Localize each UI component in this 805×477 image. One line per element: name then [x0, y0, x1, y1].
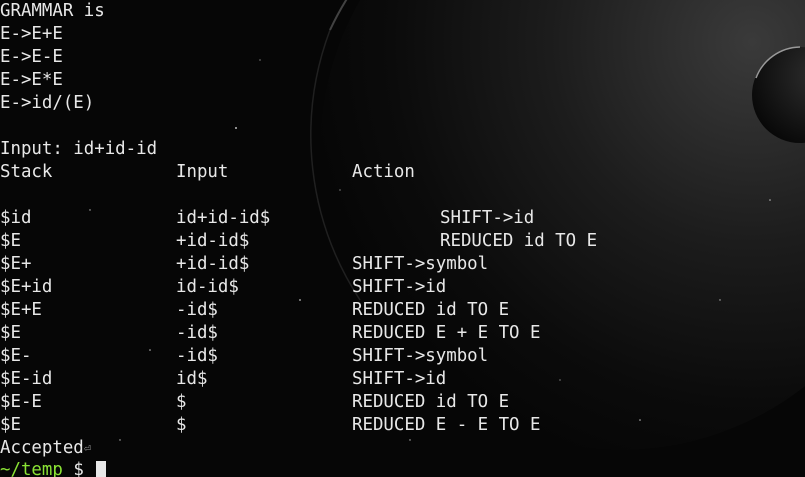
grammar-header: GRAMMAR is [0, 1, 105, 21]
table-row: $id id+id-id$ SHIFT->id [0, 207, 805, 230]
table-row: $E-E $ REDUCED id TO E [0, 391, 805, 414]
row-stack: $E- [0, 346, 32, 366]
terminal-window[interactable]: GRAMMAR is E->E+E E->E-E E->E*E E->id/(E… [0, 0, 805, 477]
row-stack: $E [0, 323, 21, 343]
row-stack: $E+id [0, 277, 53, 297]
row-input: id$ [176, 369, 208, 389]
row-stack: $E+E [0, 300, 42, 320]
row-input: -id$ [176, 323, 218, 343]
grammar-rule: E->E+E [0, 24, 63, 44]
row-input: id+id-id$ [176, 208, 271, 228]
grammar-rule: E->E-E [0, 47, 63, 67]
table-row: $E +id-id$ REDUCED id TO E [0, 230, 805, 253]
newline-icon: ⏎ [83, 441, 91, 455]
row-input: +id-id$ [176, 231, 250, 251]
header-stack: Stack [0, 162, 53, 182]
row-stack: $id [0, 208, 32, 228]
row-input: id-id$ [176, 277, 239, 297]
shell-prompt[interactable]: ~/temp $ [0, 459, 805, 477]
text-cursor[interactable] [96, 461, 107, 477]
header-input: Input [176, 162, 229, 182]
row-action: SHIFT->id [440, 208, 535, 228]
row-stack: $E-id [0, 369, 53, 389]
input-string-line: Input: id+id-id [0, 139, 158, 159]
row-action: REDUCED E + E TO E [352, 323, 541, 343]
grammar-rule: E->id/(E) [0, 93, 95, 113]
table-row: $E+id id-id$ SHIFT->id [0, 276, 805, 299]
result-line: Accepted⏎ [0, 437, 805, 460]
table-row: $E $ REDUCED E - E TO E [0, 414, 805, 437]
row-action: SHIFT->id [352, 277, 447, 297]
row-input: $ [176, 392, 187, 412]
prompt-symbol: $ [73, 460, 84, 477]
row-action: SHIFT->symbol [352, 346, 489, 366]
table-row: $E -id$ REDUCED E + E TO E [0, 322, 805, 345]
row-stack: $E-E [0, 392, 42, 412]
table-header-row: Stack Input Action [0, 161, 805, 184]
row-action: SHIFT->id [352, 369, 447, 389]
row-action: REDUCED id TO E [352, 300, 510, 320]
row-action: REDUCED id TO E [352, 392, 510, 412]
table-row: $E- -id$ SHIFT->symbol [0, 345, 805, 368]
row-stack: $E+ [0, 254, 32, 274]
row-action: SHIFT->symbol [352, 254, 489, 274]
header-action: Action [352, 162, 415, 182]
row-stack: $E [0, 415, 21, 435]
row-input: -id$ [176, 300, 218, 320]
row-input: +id-id$ [176, 254, 250, 274]
result-text: Accepted [0, 438, 84, 458]
prompt-path: ~/temp [0, 460, 63, 477]
row-input: $ [176, 415, 187, 435]
row-action: REDUCED E - E TO E [352, 415, 541, 435]
grammar-rule: E->E*E [0, 70, 63, 90]
row-stack: $E [0, 231, 21, 251]
table-row: $E+ +id-id$ SHIFT->symbol [0, 253, 805, 276]
table-row: $E+E -id$ REDUCED id TO E [0, 299, 805, 322]
table-row: $E-id id$ SHIFT->id [0, 368, 805, 391]
row-input: -id$ [176, 346, 218, 366]
row-action: REDUCED id TO E [440, 231, 598, 251]
